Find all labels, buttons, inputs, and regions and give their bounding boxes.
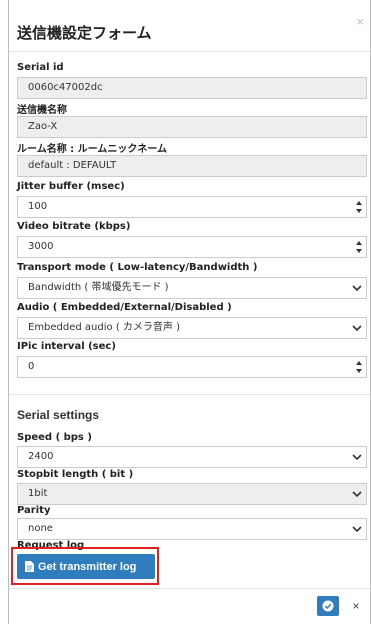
room-name-field: default : DEFAULT [17, 155, 367, 177]
transport-mode-value: Bandwidth ( 帯域優先モード ) [28, 282, 169, 293]
number-spinner-icon[interactable] [355, 199, 363, 215]
number-spinner-icon[interactable] [355, 239, 363, 255]
get-transmitter-log-label: Get transmitter log [38, 560, 137, 573]
speed-select[interactable]: 2400 [17, 446, 367, 468]
audio-select[interactable]: Embedded audio ( カメラ音声 ) [17, 317, 367, 339]
stopbit-label: Stopbit length ( bit ) [17, 469, 134, 480]
speed-label: Speed ( bps ) [17, 432, 92, 443]
video-bitrate-value: 3000 [28, 241, 54, 252]
section-divider [9, 394, 370, 395]
jitter-buffer-value: 100 [28, 201, 48, 212]
serial-id-field: 0060c47002dc [17, 77, 367, 99]
serial-id-value: 0060c47002dc [28, 82, 103, 93]
confirm-button[interactable] [317, 596, 339, 616]
ipic-interval-label: IPic interval (sec) [17, 341, 116, 352]
transmitter-name-label: 送信機名称 [17, 105, 67, 116]
parity-select[interactable]: none [17, 518, 367, 540]
number-spinner-icon[interactable] [355, 359, 363, 375]
get-transmitter-log-button[interactable]: Get transmitter log [17, 554, 155, 579]
serial-settings-heading: Serial settings [17, 408, 100, 422]
dialog-header: 送信機設定フォーム × [9, 0, 370, 52]
room-name-value: default : DEFAULT [28, 160, 117, 171]
parity-value: none [28, 523, 53, 534]
close-icon[interactable]: × [356, 14, 364, 29]
check-circle-icon [322, 600, 334, 612]
parity-label: Parity [17, 505, 51, 516]
transport-mode-label: Transport mode ( Low-latency/Bandwidth ) [17, 262, 258, 273]
chevron-down-icon [352, 285, 362, 292]
room-name-label: ルーム名称 : ルームニックネーム [17, 144, 168, 155]
audio-label: Audio ( Embedded/External/Disabled ) [17, 302, 232, 313]
chevron-down-icon [352, 526, 362, 533]
footer-divider [9, 588, 370, 589]
stopbit-select[interactable]: 1bit [17, 483, 367, 505]
transmitter-name-field: Zao-X [17, 116, 367, 138]
speed-value: 2400 [28, 451, 54, 462]
video-bitrate-label: Video bitrate (kbps) [17, 221, 131, 232]
serial-id-label: Serial id [17, 62, 64, 73]
transport-mode-select[interactable]: Bandwidth ( 帯域優先モード ) [17, 277, 367, 299]
cancel-button[interactable]: × [347, 596, 365, 616]
jitter-buffer-input[interactable]: 100 [17, 196, 367, 218]
chevron-down-icon [352, 454, 362, 461]
settings-dialog: 送信機設定フォーム × Serial id 0060c47002dc 送信機名称… [8, 0, 371, 624]
audio-value: Embedded audio ( カメラ音声 ) [28, 322, 180, 333]
jitter-buffer-label: Jitter buffer (msec) [17, 181, 125, 192]
document-icon [25, 561, 34, 572]
chevron-down-icon [352, 325, 362, 332]
dialog-title: 送信機設定フォーム [17, 24, 152, 42]
ipic-interval-input[interactable]: 0 [17, 356, 367, 378]
ipic-interval-value: 0 [28, 361, 35, 372]
chevron-down-icon [352, 491, 362, 498]
transmitter-name-value: Zao-X [28, 121, 58, 132]
video-bitrate-input[interactable]: 3000 [17, 236, 367, 258]
stopbit-value: 1bit [28, 488, 48, 499]
